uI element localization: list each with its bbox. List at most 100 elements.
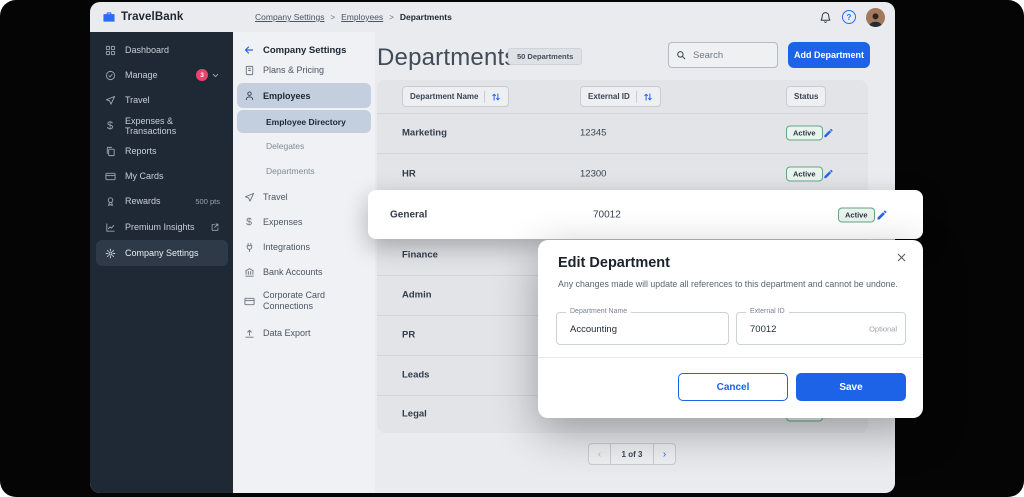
help-icon[interactable]: ? <box>842 10 856 24</box>
sidebar-item-label: Manage <box>125 70 158 80</box>
sidebar-item-label: Expenses & Transactions <box>125 116 177 136</box>
pagination: ‹ 1 of 3 › <box>588 443 676 465</box>
settings-item-integrations[interactable]: Integrations <box>237 235 371 259</box>
modal-title: Edit Department <box>558 255 670 271</box>
settings-item-label: Travel <box>263 192 288 202</box>
sidebar-item-label: Travel <box>125 95 150 105</box>
sidebar-item-rewards[interactable]: Rewards 500 pts <box>96 189 228 213</box>
sidebar-item-dashboard[interactable]: Dashboard <box>96 38 228 62</box>
department-name-input[interactable] <box>568 313 692 346</box>
sidebar-item-travel[interactable]: Travel <box>96 88 228 112</box>
sidebar-item-expenses-transactions[interactable]: $ Expenses & Transactions <box>96 114 228 138</box>
settings-item-label: Employee Directory <box>266 116 346 127</box>
settings-item-label: Plans & Pricing <box>263 65 325 75</box>
user-avatar[interactable] <box>866 7 885 27</box>
chip-divider <box>635 90 637 103</box>
modal-divider <box>538 357 923 358</box>
sidebar-item-premium-insights[interactable]: Premium Insights <box>96 215 228 239</box>
department-name: Finance <box>402 249 438 261</box>
chart-icon <box>104 221 116 233</box>
column-header-external-id[interactable]: External ID <box>580 86 661 107</box>
external-id: 12345 <box>580 127 607 139</box>
column-header-department-name[interactable]: Department Name <box>402 86 510 107</box>
breadcrumb-current: Departments <box>399 12 452 22</box>
breadcrumb-separator: > <box>330 12 336 22</box>
cancel-button[interactable]: Cancel <box>678 373 788 401</box>
edit-pencil-icon[interactable] <box>823 128 834 139</box>
chevron-down-icon <box>211 71 220 80</box>
sidebar-item-my-cards[interactable]: My Cards <box>96 164 228 188</box>
edit-department-modal: Edit Department Any changes made will up… <box>538 240 923 418</box>
bank-icon <box>243 266 255 278</box>
sidebar-item-reports[interactable]: Reports <box>96 139 228 163</box>
settings-item-departments[interactable]: Departments <box>237 159 371 183</box>
sidebar-item-company-settings[interactable]: Company Settings <box>96 240 228 266</box>
departments-count-badge: 50 Departments <box>508 48 583 65</box>
department-name: Leads <box>402 369 430 381</box>
settings-item-employee-directory[interactable]: Employee Directory <box>237 110 371 133</box>
breadcrumb-employees[interactable]: Employees <box>341 12 383 22</box>
external-id: 12300 <box>580 168 607 180</box>
dashboard-grid-icon <box>104 44 116 56</box>
highlighted-row-general[interactable]: General 70012 Active <box>368 190 923 239</box>
breadcrumb-separator: > <box>389 12 394 22</box>
settings-item-plans-pricing[interactable]: Plans & Pricing <box>237 58 371 82</box>
department-name: PR <box>402 329 416 341</box>
department-name: HR <box>402 168 416 180</box>
table-header: Department Name External ID Status <box>377 80 868 114</box>
settings-item-corporate-card-connections[interactable]: Corporate Card Connections <box>237 286 371 316</box>
modal-description: Any changes made will update all referen… <box>558 279 898 289</box>
chip-divider <box>484 90 486 103</box>
pagination-label: 1 of 3 <box>621 449 643 459</box>
settings-item-label: Delegates <box>266 141 305 151</box>
rewards-points: 500 pts <box>195 196 220 206</box>
close-icon[interactable] <box>895 251 909 265</box>
sidebar-item-label: Reports <box>125 146 157 156</box>
pagination-prev-icon[interactable]: ‹ <box>589 444 611 464</box>
breadcrumb-company-settings[interactable]: Company Settings <box>255 12 324 22</box>
search-input[interactable] <box>691 48 775 62</box>
notifications-bell-icon[interactable] <box>818 10 832 24</box>
table-row-hr[interactable]: HR 12300 Active <box>377 154 868 195</box>
settings-item-data-export[interactable]: Data Export <box>237 321 371 345</box>
rewards-medal-icon <box>104 195 116 207</box>
settings-item-employees[interactable]: Employees <box>237 83 371 108</box>
edit-pencil-icon[interactable] <box>876 209 888 221</box>
add-department-button[interactable]: Add Department <box>788 42 870 68</box>
search-icon <box>676 50 686 60</box>
table-row-marketing[interactable]: Marketing 12345 Active <box>377 113 868 154</box>
external-id-field[interactable]: External ID Optional <box>736 308 906 346</box>
status-badge: Active <box>786 166 823 182</box>
settings-item-travel[interactable]: Travel <box>237 185 371 209</box>
settings-item-label: Departments <box>266 166 315 176</box>
department-name: General <box>390 209 428 220</box>
search-box[interactable] <box>668 42 778 68</box>
external-id-input[interactable] <box>748 313 870 346</box>
column-label: Status <box>794 92 819 101</box>
manage-count-badge: 3 <box>196 69 208 81</box>
sidebar-item-label: Dashboard <box>125 45 170 55</box>
sidebar-item-label: My Cards <box>125 171 164 181</box>
sort-icon[interactable] <box>491 92 501 102</box>
plans-pricing-icon <box>243 64 255 76</box>
paper-plane-icon <box>104 94 116 106</box>
sort-icon[interactable] <box>643 92 653 102</box>
brand-logo[interactable]: TravelBank <box>102 2 183 32</box>
save-button[interactable]: Save <box>796 373 906 401</box>
column-header-status[interactable]: Status <box>786 86 827 107</box>
edit-pencil-icon[interactable] <box>823 169 834 180</box>
settings-item-delegates[interactable]: Delegates <box>237 134 371 158</box>
reports-icon <box>104 145 116 157</box>
top-bar: TravelBank Company Settings > Employees … <box>90 2 895 32</box>
status-badge: Active <box>786 125 823 141</box>
settings-item-expenses[interactable]: $ Expenses <box>237 210 371 234</box>
settings-item-label: Expenses <box>263 217 303 227</box>
dollar-icon: $ <box>246 216 252 228</box>
pagination-next-icon[interactable]: › <box>653 444 675 464</box>
upload-icon <box>243 327 255 339</box>
page-title: Departments <box>377 44 517 71</box>
department-name-field[interactable]: Department Name <box>556 308 729 346</box>
settings-item-bank-accounts[interactable]: Bank Accounts <box>237 260 371 284</box>
settings-item-label: Data Export <box>263 328 311 338</box>
sidebar-item-manage[interactable]: Manage 3 <box>96 63 228 87</box>
